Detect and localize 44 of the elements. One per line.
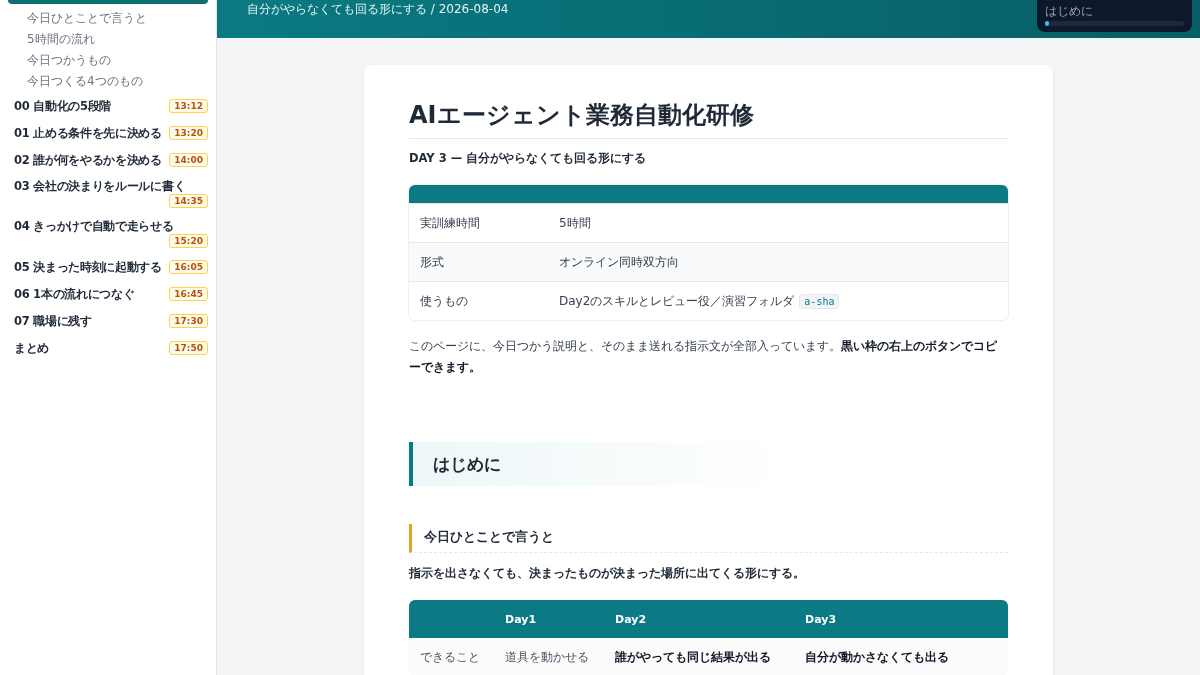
time-badge: 17:30: [169, 313, 208, 328]
sidebar-subitem[interactable]: 今日つかうもの: [8, 50, 208, 71]
sidebar-item[interactable]: 05 決まった時刻に起動する: [14, 258, 162, 275]
sidebar-item[interactable]: まとめ: [14, 339, 50, 356]
table-cell-text: オンライン同時双方向: [558, 253, 679, 271]
table-cell-text: 実訓練時間: [419, 214, 481, 232]
sidebar-item[interactable]: 00 自動化の5段階: [14, 97, 111, 114]
time-badge: 15:20: [169, 234, 208, 248]
table-cell-text: 5時間: [558, 214, 591, 232]
summary-text: 指示を出さなくても、決まったものが決まった場所に出てくる形にする。: [409, 565, 806, 582]
sidebar-item[interactable]: 02 誰が何をやるかを決める: [14, 151, 162, 168]
time-badge: 13:20: [169, 125, 208, 140]
article-title: AIエージェント業務自動化研修: [409, 99, 1008, 139]
sidebar-subitem[interactable]: 今日つくる4つのもの: [8, 71, 208, 92]
sidebar-item[interactable]: 06 1本の流れにつなぐ: [14, 285, 135, 302]
column-header: Day1: [504, 612, 538, 626]
progress-label: はじめに: [1045, 5, 1094, 18]
intro-paragraph: このページに、今日つかう説明と、そのまま送れる指示文が全部入っています。黒い枠の右上のボタンでコピーできます。: [409, 338, 998, 376]
code-chip: a-sha: [799, 293, 840, 309]
table-cell-text: 道具を動かせる: [504, 648, 590, 666]
table-cell-text: Day2のスキルとレビュー役／演習フォルダ: [558, 292, 795, 310]
active-nav-item[interactable]: [8, 0, 208, 4]
sidebar-subitem[interactable]: 今日ひとことで言うと: [8, 8, 208, 29]
header-subtitle: 自分がやらなくても回る形にする / 2026-08-04: [247, 2, 509, 16]
time-badge: 16:45: [169, 286, 208, 301]
table-cell-text: 誰がやっても同じ結果が出る: [614, 648, 772, 666]
subsection-heading: 今日ひとことで言うと: [409, 524, 1008, 553]
sidebar-item[interactable]: 07 職場に残す: [14, 312, 92, 329]
table-cell-text: 使うもの: [419, 292, 469, 310]
column-header: Day3: [804, 612, 838, 626]
time-badge: 13:12: [169, 98, 208, 113]
sidebar-item[interactable]: 04 きっかけで自動で走らせる: [14, 218, 174, 234]
table-cell-text: 形式: [419, 253, 445, 271]
time-badge: 17:50: [169, 340, 208, 355]
sidebar-item[interactable]: 01 止める条件を先に決める: [14, 124, 162, 141]
sidebar-subitem[interactable]: 5時間の流れ: [8, 29, 208, 50]
time-badge: 14:35: [169, 194, 208, 208]
time-badge: 16:05: [169, 259, 208, 274]
time-badge: 14:00: [169, 152, 208, 167]
sidebar-item[interactable]: 03 会社の決まりをルールに書く: [14, 178, 186, 194]
article-lead: DAY 3 — 自分がやらなくても回る形にする: [409, 151, 648, 166]
column-header: Day2: [614, 612, 648, 626]
table-cell-text: できること: [419, 648, 481, 666]
table-cell-text: 自分が動かさなくても出る: [804, 648, 950, 666]
